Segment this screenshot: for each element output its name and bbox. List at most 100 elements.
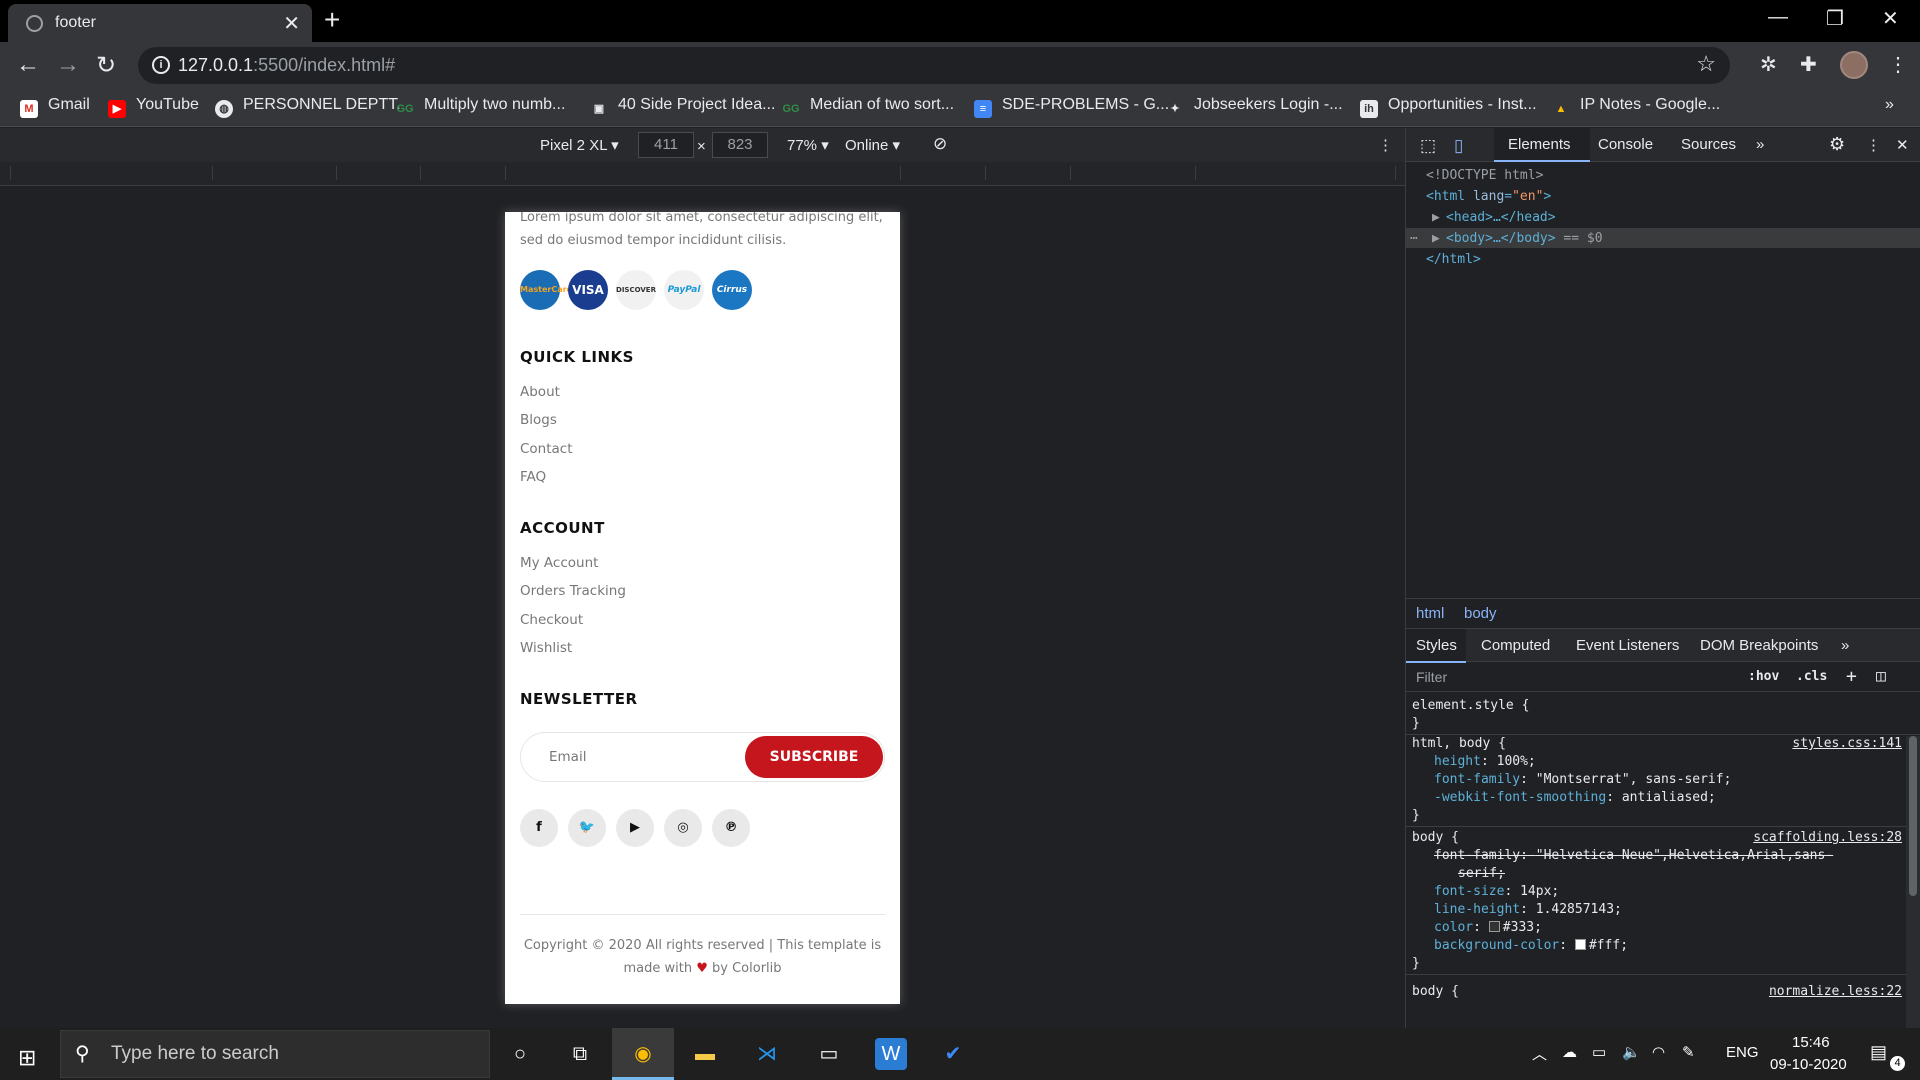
hov-toggle[interactable]: :hov <box>1748 669 1779 684</box>
css-prop-row[interactable]: height: 100%; <box>1434 754 1536 769</box>
css-prop-row[interactable]: color: #333; <box>1434 920 1542 935</box>
tab-computed[interactable]: Computed <box>1481 637 1550 654</box>
device-height-input[interactable]: 823 <box>712 132 768 158</box>
expand-body-icon[interactable]: ▶ <box>1432 231 1440 246</box>
color-swatch[interactable] <box>1488 921 1500 932</box>
scrollbar-thumb[interactable] <box>1909 736 1917 896</box>
rule-body-normalize-source[interactable]: normalize.less:22 <box>1769 984 1902 999</box>
zoom-select[interactable]: 77% ▾ <box>787 136 829 154</box>
forward-icon[interactable]: → <box>56 51 80 79</box>
dom-html-open[interactable]: <html lang="en"> <box>1426 189 1551 204</box>
cls-toggle[interactable]: .cls <box>1796 669 1827 684</box>
bookmark-youtube[interactable]: ▶ YouTube <box>108 96 199 118</box>
close-tab-icon[interactable]: ✕ <box>283 11 300 36</box>
rule-body-source[interactable]: scaffolding.less:28 <box>1753 830 1902 845</box>
bookmark-median[interactable]: GG Median of two sort... <box>782 96 954 118</box>
more-style-tabs-icon[interactable]: » <box>1841 637 1849 654</box>
minimize-icon[interactable]: — <box>1768 6 1788 29</box>
link-faq[interactable]: FAQ <box>520 469 546 485</box>
pen-icon[interactable]: ✎ <box>1682 1043 1695 1061</box>
link-contact[interactable]: Contact <box>520 441 573 457</box>
more-bookmarks-icon[interactable]: » <box>1885 96 1894 114</box>
styles-scrollbar[interactable] <box>1906 736 1920 1028</box>
facebook-icon[interactable]: f <box>520 809 558 847</box>
youtube-icon[interactable]: ▶ <box>616 809 654 847</box>
inspect-element-icon[interactable]: ⬚ <box>1420 136 1436 156</box>
profile-avatar[interactable] <box>1840 51 1868 79</box>
link-orders-tracking[interactable]: Orders Tracking <box>520 583 626 599</box>
instagram-icon[interactable]: ◎ <box>664 809 702 847</box>
css-prop-row[interactable]: font-family: "Montserrat", sans-serif; <box>1434 772 1731 787</box>
colorlib-link[interactable]: by Colorlib <box>712 961 782 976</box>
battery-icon[interactable]: ▭ <box>1592 1043 1606 1061</box>
terminal-icon[interactable]: ▭ <box>813 1038 845 1070</box>
extension-icon[interactable]: ✲ <box>1760 52 1777 77</box>
link-checkout[interactable]: Checkout <box>520 612 583 628</box>
tab-console[interactable]: Console <box>1598 136 1653 153</box>
bookmark-sde-problems[interactable]: ≡ SDE-PROBLEMS - G... <box>974 96 1169 118</box>
dom-body[interactable]: <body>…</body> == $0 <box>1446 231 1603 246</box>
bookmark-ip-notes[interactable]: ▲ IP Notes - Google... <box>1552 96 1721 118</box>
new-rule-icon[interactable]: + <box>1846 666 1857 687</box>
close-window-icon[interactable]: ✕ <box>1882 6 1899 31</box>
volume-icon[interactable]: 🔈 <box>1622 1043 1641 1061</box>
rule-element-style[interactable]: element.style { <box>1412 698 1529 713</box>
file-explorer-icon[interactable]: ▬ <box>689 1038 721 1070</box>
rule-body-selector[interactable]: body { <box>1412 830 1459 845</box>
settings-gear-icon[interactable]: ⚙ <box>1829 134 1845 155</box>
bookmark-star-icon[interactable]: ☆ <box>1696 51 1716 77</box>
css-prop-overridden[interactable]: font-family: "Helvetica Neue",Helvetica,… <box>1434 848 1833 863</box>
tab-styles[interactable]: Styles <box>1416 637 1457 654</box>
taskbar-search-input[interactable]: ⚲ Type here to search <box>60 1030 490 1078</box>
rotate-icon[interactable]: ⊘ <box>933 134 947 154</box>
restore-icon[interactable]: ❐ <box>1826 6 1844 31</box>
tab-dom-breakpoints[interactable]: DOM Breakpoints <box>1700 637 1818 654</box>
breadcrumb-html[interactable]: html <box>1416 605 1444 622</box>
bookmark-multiply[interactable]: GG Multiply two numb... <box>396 96 565 118</box>
todo-check-icon[interactable]: ✔ <box>937 1038 969 1070</box>
dom-head[interactable]: <head>…</head> <box>1446 210 1556 225</box>
bookmark-personnel[interactable]: ◍ PERSONNEL DEPTT. <box>215 96 401 118</box>
notifications-icon[interactable]: ▤ <box>1870 1042 1887 1063</box>
network-select[interactable]: Online ▾ <box>845 136 900 154</box>
back-icon[interactable]: ← <box>16 51 40 79</box>
device-select[interactable]: Pixel 2 XL ▾ <box>540 136 619 154</box>
new-tab-button[interactable]: + <box>324 4 340 36</box>
more-tabs-icon[interactable]: » <box>1756 136 1764 153</box>
onedrive-icon[interactable]: ☁ <box>1562 1043 1577 1061</box>
puzzle-extensions-icon[interactable]: ✚ <box>1800 52 1817 77</box>
link-about[interactable]: About <box>520 384 560 400</box>
devtools-menu-icon[interactable]: ⋮ <box>1866 136 1881 154</box>
word-app-icon[interactable]: W <box>875 1038 907 1070</box>
tray-expand-icon[interactable]: ︿ <box>1532 1043 1547 1064</box>
bookmark-gmail[interactable]: M Gmail <box>20 96 90 118</box>
dom-row-menu-icon[interactable]: ⋯ <box>1410 231 1418 246</box>
link-my-account[interactable]: My Account <box>520 555 598 571</box>
rule-body-normalize-selector[interactable]: body { <box>1412 984 1459 999</box>
dom-html-close[interactable]: </html> <box>1426 252 1481 267</box>
windows-start-icon[interactable]: ⊞ <box>18 1045 36 1071</box>
dom-doctype[interactable]: <!DOCTYPE html> <box>1426 168 1543 183</box>
chrome-icon[interactable]: ◉ <box>627 1038 659 1070</box>
reload-icon[interactable]: ↻ <box>96 51 116 80</box>
menu-kebab-icon[interactable]: ⋮ <box>1888 52 1908 77</box>
bookmark-jobseekers[interactable]: ✦ Jobseekers Login -... <box>1166 96 1342 118</box>
language-indicator[interactable]: ENG <box>1726 1044 1759 1061</box>
toggle-sidebar-icon[interactable]: ◫ <box>1876 666 1886 685</box>
device-options-icon[interactable]: ⋮ <box>1378 136 1393 154</box>
tab-event-listeners[interactable]: Event Listeners <box>1576 637 1679 654</box>
browser-tab[interactable]: footer ✕ <box>8 4 312 42</box>
clock-date[interactable]: 09-10-2020 <box>1770 1056 1847 1073</box>
rule-html-body-selector[interactable]: html, body { <box>1412 736 1506 751</box>
address-bar[interactable]: i 127.0.0.1:5500/index.html# ☆ <box>138 47 1730 84</box>
pinterest-icon[interactable]: ℗ <box>712 809 750 847</box>
css-prop-row[interactable]: -webkit-font-smoothing: antialiased; <box>1434 790 1716 805</box>
link-wishlist[interactable]: Wishlist <box>520 640 572 656</box>
link-blogs[interactable]: Blogs <box>520 412 557 428</box>
vscode-icon[interactable]: ⋊ <box>751 1038 783 1070</box>
tab-sources[interactable]: Sources <box>1681 136 1736 153</box>
subscribe-button[interactable]: SUBSCRIBE <box>745 736 883 778</box>
expand-head-icon[interactable]: ▶ <box>1432 210 1440 225</box>
css-prop-row[interactable]: line-height: 1.42857143; <box>1434 902 1622 917</box>
bookmark-opportunities[interactable]: ih Opportunities - Inst... <box>1360 96 1537 118</box>
